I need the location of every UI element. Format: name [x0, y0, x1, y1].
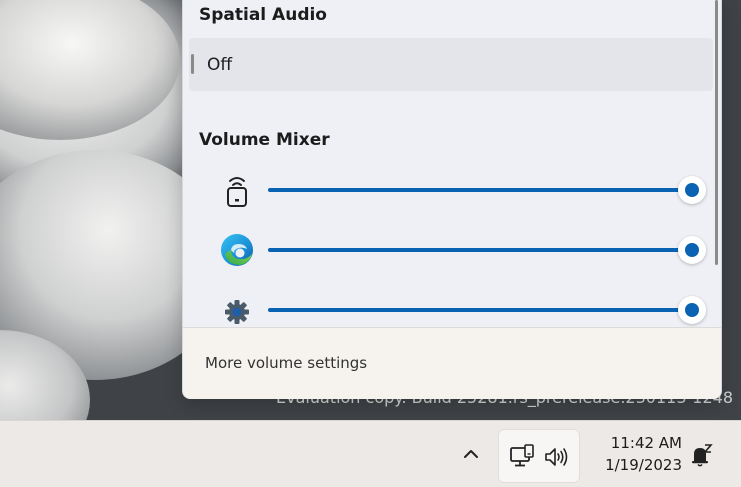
taskbar-clock[interactable]: 11:42 AM 1/19/2023	[592, 433, 682, 477]
spatial-audio-option-off[interactable]: Off	[189, 38, 713, 91]
volume-flyout: Spatial Audio Off Volume Mixer More volu…	[182, 0, 722, 399]
volume-slider-thumb[interactable]	[678, 296, 706, 324]
volume-slider-edge[interactable]	[268, 236, 706, 264]
wallpaper-shape	[0, 0, 180, 140]
taskbar: 11:42 AM 1/19/2023	[0, 420, 741, 487]
remote-device-icon	[227, 177, 247, 207]
edge-browser-icon	[221, 234, 253, 266]
mixer-row-edge	[183, 230, 713, 270]
clock-date: 1/19/2023	[605, 456, 682, 474]
flyout-scrollbar[interactable]	[715, 0, 718, 265]
selected-indicator	[191, 54, 194, 74]
volume-slider-thumb[interactable]	[678, 236, 706, 264]
notification-bell-icon[interactable]	[688, 443, 714, 469]
volume-slider-remote-device[interactable]	[268, 176, 706, 204]
network-icon	[510, 444, 534, 467]
system-settings-gear-icon	[225, 300, 249, 324]
speaker-icon	[545, 448, 568, 466]
flyout-footer: More volume settings	[183, 327, 721, 399]
volume-slider-thumb[interactable]	[678, 176, 706, 204]
chevron-up-icon[interactable]	[460, 443, 482, 465]
network-volume-tray-button[interactable]	[498, 429, 580, 483]
spatial-audio-value: Off	[207, 55, 233, 75]
mixer-row-system	[183, 290, 713, 330]
volume-mixer-title: Volume Mixer	[199, 130, 330, 150]
mixer-row-remote-device	[183, 170, 713, 210]
spatial-audio-title: Spatial Audio	[199, 5, 327, 25]
volume-slider-system[interactable]	[268, 296, 706, 324]
clock-time: 11:42 AM	[610, 434, 682, 452]
more-volume-settings-link[interactable]: More volume settings	[205, 354, 367, 372]
